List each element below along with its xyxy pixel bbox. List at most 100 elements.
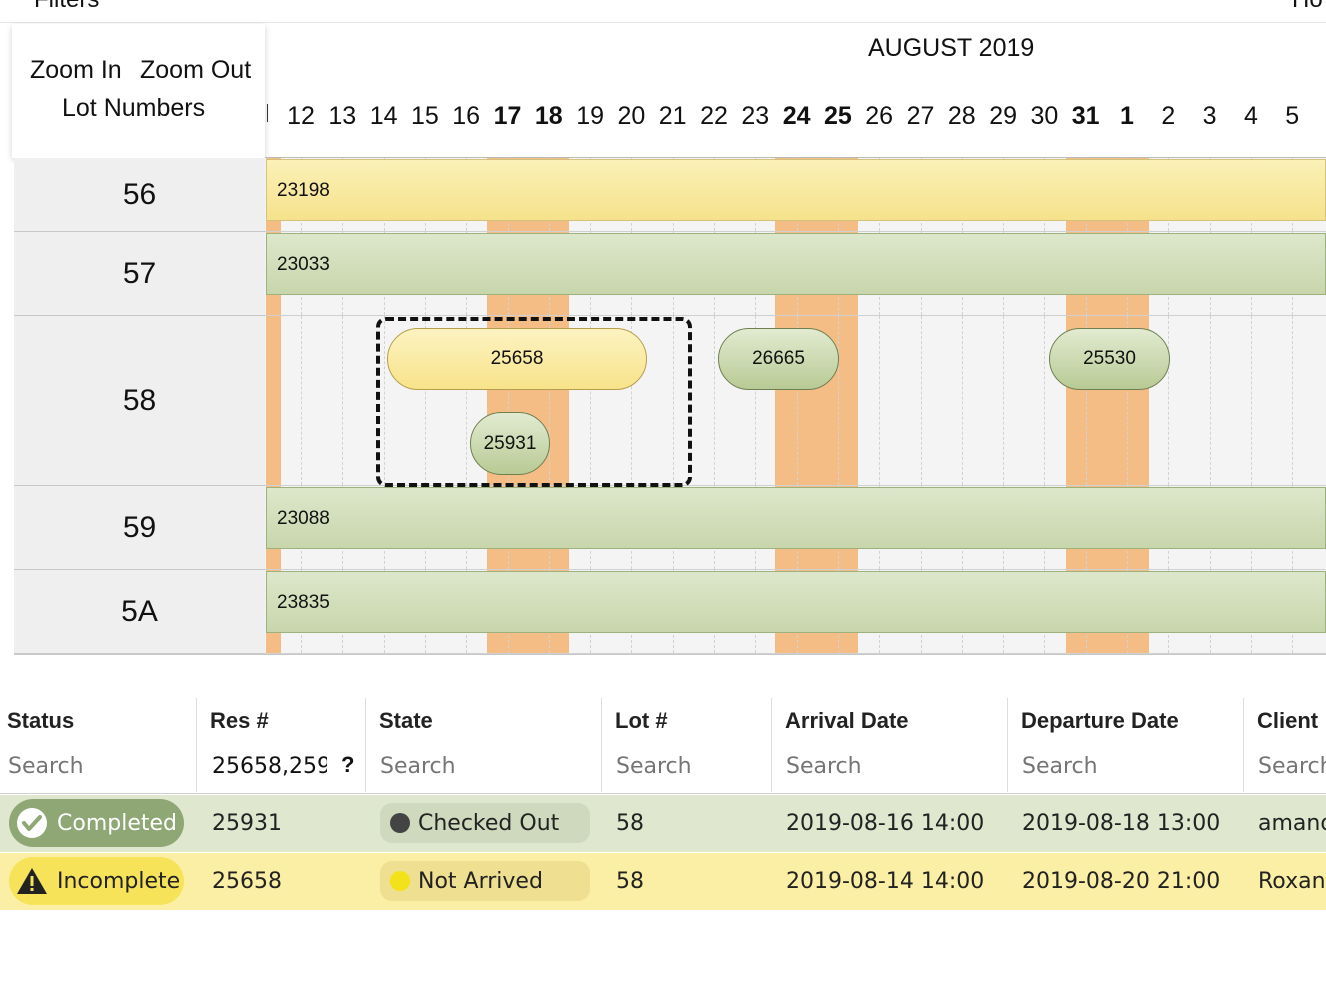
- day-label: 19: [576, 102, 604, 130]
- day-label: 29: [989, 102, 1017, 130]
- day-label: 26: [865, 102, 894, 130]
- reservation-bar[interactable]: 23835: [266, 571, 1326, 633]
- reservation-bar[interactable]: 23088: [266, 487, 1326, 549]
- day-label: 21: [658, 102, 687, 130]
- client-cell: amand: [1258, 811, 1326, 836]
- table-row[interactable]: Incomplete 25658 Not Arrived 58 2019-08-…: [0, 853, 1326, 910]
- table-header-divider: [0, 793, 1326, 794]
- lot-number-cell: 58: [14, 316, 265, 486]
- client-cell: Roxan: [1258, 869, 1326, 894]
- day-grid-line: [920, 316, 922, 485]
- status-label: Completed: [57, 810, 177, 836]
- day-grid-line: [879, 316, 881, 485]
- arrival-date-cell: 2019-08-16 14:00: [786, 811, 985, 836]
- departure-date-cell: 2019-08-18 13:00: [1022, 811, 1221, 836]
- day-grid-line: [961, 316, 963, 485]
- lot-search-input[interactable]: [616, 748, 761, 784]
- day-label: 27: [906, 102, 935, 130]
- day-label: 22: [700, 102, 728, 130]
- column-header-client[interactable]: Client: [1257, 708, 1318, 734]
- res-filter-help-icon[interactable]: ?: [341, 752, 354, 778]
- gantt-bottom-border: [14, 654, 1326, 655]
- day-grid-line: [1044, 316, 1046, 485]
- res-search-input[interactable]: [212, 748, 327, 784]
- res-number-cell: 25931: [212, 811, 282, 836]
- day-grid-line: [1168, 316, 1170, 485]
- day-grid-line: [1003, 316, 1005, 485]
- zoom-out-button[interactable]: Zoom Out: [140, 56, 251, 85]
- lot-cell: 58: [616, 811, 644, 836]
- day-grid-line: [342, 316, 344, 485]
- gantt-corner-header: [12, 24, 265, 158]
- column-divider: [196, 698, 197, 792]
- arrival-date-cell: 2019-08-14 14:00: [786, 869, 985, 894]
- day-grid-line: [714, 316, 715, 485]
- column-header-departure[interactable]: Departure Date: [1021, 708, 1179, 734]
- column-divider: [601, 698, 602, 792]
- status-badge[interactable]: Completed: [9, 799, 184, 847]
- selection-highlight: [376, 317, 692, 487]
- weekend-column: [266, 316, 281, 485]
- column-header-state[interactable]: State: [379, 708, 433, 734]
- day-header-separator: [267, 104, 268, 122]
- day-label: 31: [1071, 102, 1100, 130]
- day-header-row: 12 13 14 15 16 17 18 19 20 21 22 23 24 25 26 27 28 29 30 31…: [265, 100, 1326, 132]
- status-search-input[interactable]: [8, 748, 188, 784]
- column-divider: [365, 698, 366, 792]
- state-label: Not Arrived: [418, 868, 543, 894]
- state-dot-icon: [390, 813, 410, 833]
- res-number-cell: 25658: [212, 869, 282, 894]
- client-search-input[interactable]: [1258, 748, 1326, 784]
- day-grid-line: [1209, 316, 1211, 485]
- reservation-pill[interactable]: 26665: [718, 328, 839, 390]
- day-label: 24: [782, 102, 811, 130]
- departure-search-input[interactable]: [1022, 748, 1232, 784]
- state-label: Checked Out: [418, 810, 560, 836]
- lot-cell: 58: [616, 869, 644, 894]
- day-grid-line: [301, 316, 302, 485]
- lot-number-cell: 57: [14, 232, 265, 316]
- state-dot-icon: [390, 871, 410, 891]
- day-label: 2: [1161, 102, 1176, 130]
- day-label: 23: [741, 102, 770, 130]
- day-label: 14: [369, 102, 398, 130]
- column-header-res[interactable]: Res #: [210, 708, 269, 734]
- column-divider: [1007, 698, 1008, 792]
- table-row[interactable]: Completed 25931 Checked Out 58 2019-08-1…: [0, 795, 1326, 852]
- status-label: Incomplete: [57, 868, 181, 894]
- day-label: 16: [452, 102, 481, 130]
- column-header-arrival[interactable]: Arrival Date: [785, 708, 909, 734]
- column-divider: [771, 698, 772, 792]
- day-grid-line: [1250, 316, 1252, 485]
- warning-icon: [15, 865, 49, 897]
- column-header-status[interactable]: Status: [7, 708, 74, 734]
- reservation-pill[interactable]: 25530: [1049, 328, 1170, 390]
- top-toolbar: [0, 0, 1326, 23]
- state-badge: Not Arrived: [380, 861, 590, 901]
- day-label: 20: [617, 102, 646, 130]
- checkmark-icon: [15, 806, 49, 840]
- departure-date-cell: 2019-08-20 21:00: [1022, 869, 1221, 894]
- day-label: 12: [287, 102, 315, 130]
- day-label: 17: [493, 102, 522, 130]
- day-label: 25: [823, 102, 852, 130]
- day-label: 1: [1120, 102, 1134, 130]
- reservation-bar[interactable]: 23198: [266, 159, 1326, 221]
- zoom-in-button[interactable]: Zoom In: [30, 56, 122, 85]
- column-header-lot[interactable]: Lot #: [615, 708, 668, 734]
- day-grid-line: [1292, 316, 1294, 485]
- day-label: 30: [1030, 102, 1059, 130]
- day-label: 5: [1285, 102, 1300, 130]
- day-label: 4: [1243, 102, 1258, 130]
- state-badge: Checked Out: [380, 803, 590, 843]
- status-badge[interactable]: Incomplete: [9, 857, 184, 905]
- filters-button[interactable]: Filters: [34, 0, 99, 14]
- state-search-input[interactable]: [380, 748, 590, 784]
- day-label: 18: [534, 102, 563, 130]
- arrival-search-input[interactable]: [786, 748, 996, 784]
- month-label: AUGUST 2019: [868, 34, 1035, 62]
- lot-numbers-label: Lot Numbers: [62, 94, 206, 122]
- lot-number-cell: 59: [14, 486, 265, 570]
- reservation-bar[interactable]: 23033: [266, 233, 1326, 295]
- top-right-button[interactable]: Ho: [1292, 0, 1323, 14]
